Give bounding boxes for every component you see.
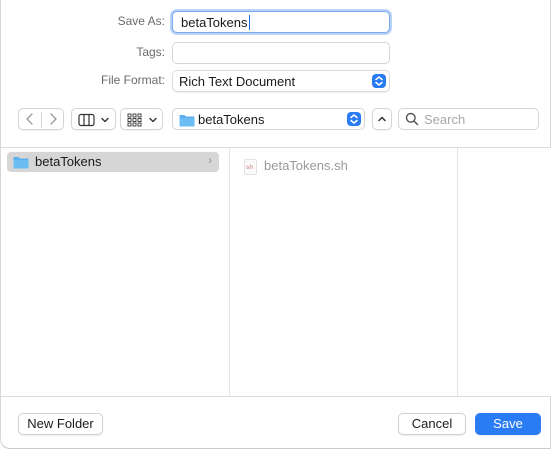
save-as-label: Save As: bbox=[117, 14, 165, 28]
save-button[interactable]: Save bbox=[475, 413, 541, 435]
forward-icon bbox=[50, 113, 57, 125]
grid-view-icon bbox=[127, 113, 142, 127]
stepper-icon bbox=[372, 74, 386, 88]
tags-input[interactable] bbox=[172, 42, 390, 64]
chevron-right-icon: › bbox=[208, 155, 212, 167]
chevron-down-icon bbox=[101, 117, 109, 123]
list-item-label: betaTokens bbox=[35, 154, 102, 169]
search-placeholder: Search bbox=[424, 112, 466, 127]
file-sh-icon: sh bbox=[244, 159, 257, 175]
tags-label: Tags: bbox=[136, 45, 165, 59]
search-icon bbox=[405, 112, 419, 126]
folder-icon bbox=[179, 115, 195, 127]
location-label: betaTokens bbox=[198, 112, 265, 127]
file-format-row: File Format: Rich Text Document bbox=[1, 70, 551, 92]
file-format-value: Rich Text Document bbox=[179, 74, 296, 89]
chevron-up-icon bbox=[378, 116, 386, 122]
chevron-down-icon bbox=[149, 117, 157, 123]
browser-column-3 bbox=[458, 148, 551, 396]
view-mode-button[interactable] bbox=[71, 108, 116, 130]
file-format-select[interactable]: Rich Text Document bbox=[172, 70, 390, 92]
list-item-selected[interactable]: betaTokens › bbox=[7, 152, 219, 172]
search-field[interactable]: Search bbox=[398, 108, 539, 130]
folder-icon bbox=[13, 157, 29, 169]
group-by-button[interactable] bbox=[120, 108, 163, 130]
tags-row: Tags: bbox=[1, 42, 551, 64]
browser-column-1: betaTokens › bbox=[1, 148, 230, 396]
toolbar: betaTokens Search bbox=[1, 108, 551, 134]
file-browser: betaTokens › sh betaTokens.sh bbox=[1, 147, 551, 397]
save-dialog: Save As: betaTokens Tags: File Format: R… bbox=[0, 0, 551, 449]
back-button[interactable] bbox=[19, 109, 41, 129]
file-format-label: File Format: bbox=[100, 73, 165, 87]
location-popup[interactable]: betaTokens bbox=[172, 108, 365, 130]
columns-view-icon bbox=[78, 113, 95, 127]
collapse-button[interactable] bbox=[372, 108, 392, 130]
text-caret bbox=[249, 15, 250, 30]
new-folder-button[interactable]: New Folder bbox=[18, 413, 103, 435]
forward-button[interactable] bbox=[42, 109, 64, 129]
save-as-row: Save As: betaTokens bbox=[1, 11, 551, 33]
save-as-input[interactable]: betaTokens bbox=[172, 11, 390, 33]
back-icon bbox=[26, 113, 33, 125]
browser-column-2: sh betaTokens.sh bbox=[230, 148, 458, 396]
stepper-icon bbox=[347, 112, 361, 126]
list-item-label: betaTokens.sh bbox=[264, 158, 348, 173]
back-forward-control bbox=[18, 108, 64, 130]
save-as-value: betaTokens bbox=[181, 15, 248, 30]
cancel-button[interactable]: Cancel bbox=[398, 413, 466, 435]
